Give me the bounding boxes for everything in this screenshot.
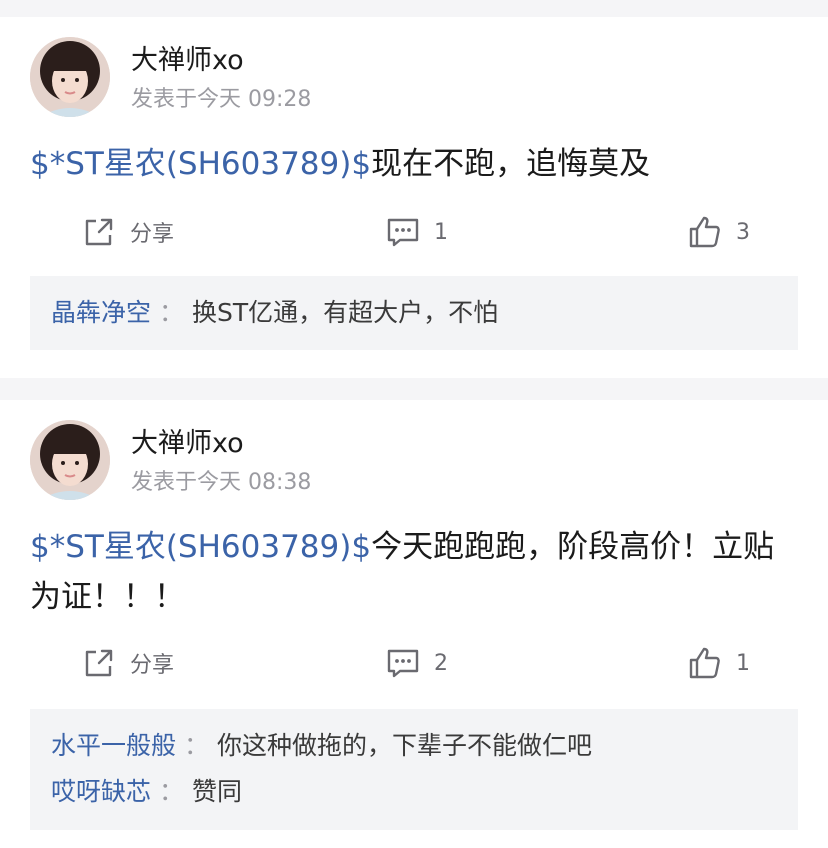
like-button[interactable]: 1 bbox=[688, 641, 750, 685]
thumbs-up-icon bbox=[689, 216, 720, 248]
post-actions: 分享 2 1 bbox=[0, 641, 828, 685]
author-name[interactable]: 大禅师xo bbox=[131, 44, 244, 78]
thumbs-up-icon bbox=[689, 647, 720, 679]
reply-separator: ： bbox=[159, 777, 185, 806]
reply-item[interactable]: 晶犇净空 ：换ST亿通，有超大户，不怕 bbox=[51, 290, 777, 336]
reply-separator: ： bbox=[159, 298, 185, 327]
comment-icon bbox=[387, 649, 419, 678]
avatar[interactable] bbox=[30, 420, 110, 500]
post-timestamp: 发表于今天 08:38 bbox=[131, 470, 312, 495]
post-feed: 大禅师xo 发表于今天 09:28 $*ST星农(SH603789)$现在不跑，… bbox=[0, 0, 828, 848]
share-icon bbox=[85, 649, 113, 677]
comment-icon bbox=[387, 218, 419, 247]
avatar-image bbox=[30, 420, 110, 500]
stock-link[interactable]: $*ST星农(SH603789)$ bbox=[30, 529, 371, 565]
reply-user[interactable]: 哎呀缺芯 bbox=[51, 777, 151, 806]
like-count: 1 bbox=[736, 650, 750, 676]
like-button[interactable]: 3 bbox=[688, 210, 750, 254]
reply-text: 换ST亿通，有超大户，不怕 bbox=[192, 298, 499, 327]
avatar[interactable] bbox=[30, 37, 110, 117]
reply-text: 你这种做拖的，下辈子不能做仁吧 bbox=[217, 731, 593, 760]
share-button[interactable]: 分享 bbox=[82, 210, 174, 254]
share-label: 分享 bbox=[130, 653, 175, 678]
comment-count: 1 bbox=[434, 219, 448, 245]
stock-link[interactable]: $*ST星农(SH603789)$ bbox=[30, 146, 371, 182]
post-card: 大禅师xo 发表于今天 09:28 $*ST星农(SH603789)$现在不跑，… bbox=[0, 17, 828, 378]
reply-list: 水平一般般：你这种做拖的，下辈子不能做仁吧 哎呀缺芯：赞同 bbox=[30, 709, 798, 830]
post-body: $*ST星农(SH603789)$现在不跑，追悔莫及 bbox=[30, 139, 800, 189]
comment-count: 2 bbox=[434, 650, 448, 676]
reply-item[interactable]: 哎呀缺芯 ：赞同 bbox=[51, 769, 777, 815]
post-actions: 分享 1 3 bbox=[0, 210, 828, 254]
share-label: 分享 bbox=[130, 222, 175, 247]
post-timestamp: 发表于今天 09:28 bbox=[131, 87, 312, 112]
share-button[interactable]: 分享 bbox=[82, 641, 174, 685]
post-card: 大禅师xo 发表于今天 08:38 $*ST星农(SH603789)$今天跑跑跑… bbox=[0, 400, 828, 848]
like-count: 3 bbox=[736, 219, 750, 245]
reply-item[interactable]: 水平一般般 ：你这种做拖的，下辈子不能做仁吧 bbox=[51, 723, 777, 769]
share-icon bbox=[85, 218, 113, 246]
reply-user[interactable]: 水平一般般 bbox=[51, 731, 176, 760]
reply-user[interactable]: 晶犇净空 bbox=[51, 298, 151, 327]
comment-button[interactable]: 1 bbox=[386, 210, 448, 254]
reply-separator: ： bbox=[184, 731, 210, 760]
post-text: 现在不跑，追悔莫及 bbox=[371, 146, 651, 182]
avatar-image bbox=[30, 37, 110, 117]
post-body: $*ST星农(SH603789)$今天跑跑跑，阶段高价！立贴为证！！！ bbox=[30, 522, 800, 622]
comment-button[interactable]: 2 bbox=[386, 641, 448, 685]
reply-text: 赞同 bbox=[192, 777, 243, 806]
author-name[interactable]: 大禅师xo bbox=[131, 427, 244, 461]
reply-list: 晶犇净空 ：换ST亿通，有超大户，不怕 bbox=[30, 276, 798, 350]
